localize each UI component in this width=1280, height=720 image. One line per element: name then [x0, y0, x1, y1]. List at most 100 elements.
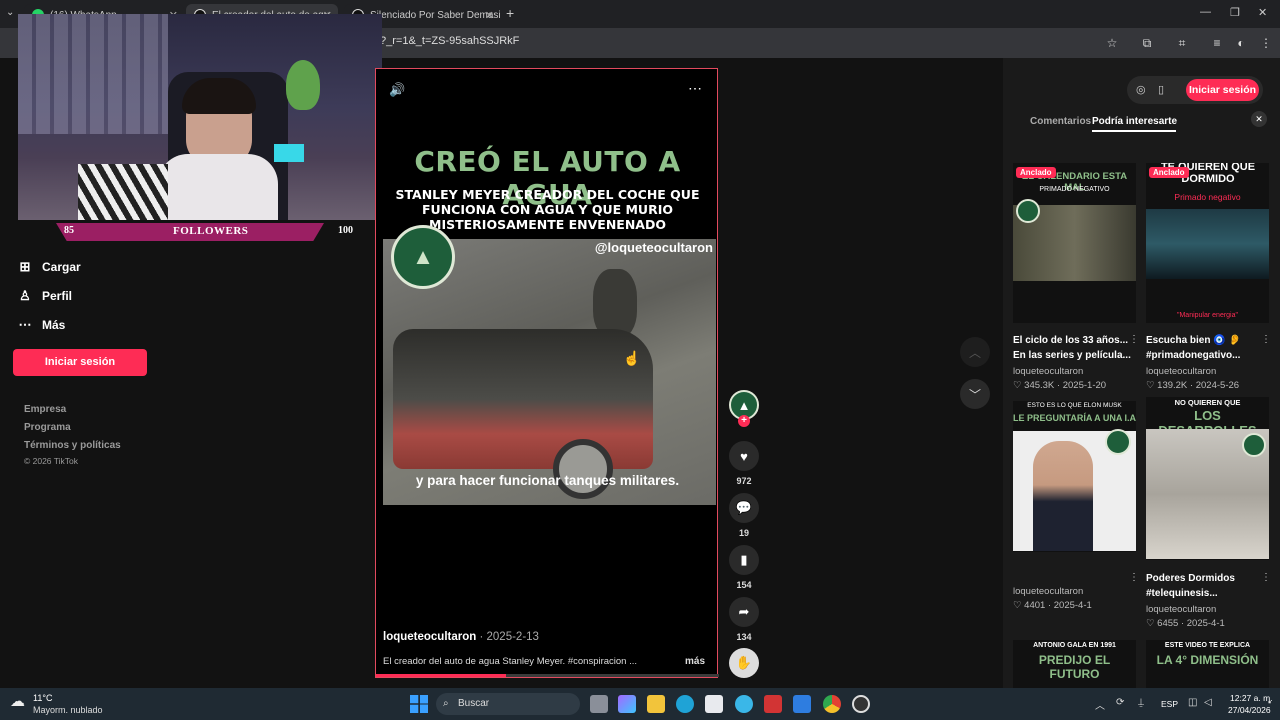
- footer-link-programa[interactable]: Programa: [24, 422, 71, 433]
- comment-button[interactable]: 💬: [729, 493, 759, 523]
- video-description: El creador del auto de agua Stanley Meye…: [383, 656, 638, 667]
- tab-list-button[interactable]: ⌄: [6, 7, 14, 18]
- upload-icon: ⊞: [19, 259, 31, 274]
- next-video-button[interactable]: ﹀: [960, 379, 990, 409]
- chrome-icon[interactable]: [823, 695, 841, 713]
- volume-tray-icon[interactable]: ◁: [1204, 697, 1212, 708]
- translate-icon[interactable]: ⌗: [1173, 34, 1191, 52]
- close-icon[interactable]: ✕: [485, 9, 494, 22]
- store-icon[interactable]: [705, 695, 723, 713]
- video-date: 2025-2-13: [486, 631, 539, 643]
- footer-link-empresa[interactable]: Empresa: [24, 404, 66, 415]
- video-player[interactable]: 🔊 ⋯ CREÓ EL AUTO A AGUA STANLEY MEYER CR…: [375, 68, 719, 678]
- edge-icon[interactable]: [676, 695, 694, 713]
- clock-date[interactable]: 27/04/2026: [1228, 705, 1271, 715]
- card-menu-icon[interactable]: ⋮: [1129, 572, 1139, 583]
- more-options-icon[interactable]: ⋯: [688, 80, 702, 97]
- recommended-video-card[interactable]: TE QUIEREN QUE DORMIDO Primado negativo …: [1146, 163, 1269, 393]
- close-panel-button[interactable]: ✕: [1251, 111, 1267, 127]
- recommended-video-card[interactable]: ESTO ES LO QUE ELON MUSK LE PREGUNTARÍA …: [1013, 401, 1136, 611]
- share-count: 134: [736, 632, 752, 642]
- tray-chevron-icon[interactable]: ︿: [1095, 697, 1105, 712]
- restore-icon[interactable]: ❐: [1230, 6, 1240, 19]
- extensions-icon[interactable]: ⧉: [1138, 34, 1156, 52]
- card-author[interactable]: loqueteocultaron: [1013, 586, 1083, 597]
- sound-avatar[interactable]: ✋: [729, 648, 759, 678]
- sidebar-item-mas[interactable]: ⋯ Más: [18, 317, 66, 333]
- video-progress-bar[interactable]: [376, 674, 719, 677]
- video-author[interactable]: loqueteocultaron: [383, 631, 476, 643]
- notifications-icon[interactable]: ▪: [1268, 697, 1271, 707]
- volume-icon[interactable]: 🔊: [389, 82, 405, 98]
- card-author[interactable]: loqueteocultaron: [1013, 366, 1083, 377]
- card-stats: ♡ 139.2K · 2024-5-26: [1146, 380, 1240, 391]
- recommended-video-card[interactable]: NO QUIEREN QUE LOS DESARROLLES Poderes D…: [1146, 397, 1269, 627]
- card-stats: ♡ 4401 · 2025-4-1: [1013, 600, 1092, 611]
- file-explorer-icon[interactable]: [647, 695, 665, 713]
- thumb-overlay-title: ESTE VIDEO TE EXPLICA: [1164, 642, 1251, 649]
- task-view-icon[interactable]: [590, 695, 608, 713]
- thumb-overlay-title: ESTO ES LO QUE ELON MUSK: [1027, 402, 1122, 409]
- footer-link-terms[interactable]: Términos y políticas: [24, 440, 121, 451]
- tab-comentarios[interactable]: Comentarios: [1030, 116, 1091, 127]
- sidebar-item-label: Más: [42, 318, 66, 332]
- mic-icon[interactable]: ⍊: [1138, 697, 1144, 708]
- language-indicator[interactable]: ESP: [1161, 699, 1178, 709]
- followers-goal-bar: 85 FOLLOWERS 100: [18, 220, 382, 244]
- profile-avatar-icon[interactable]: ◐: [1232, 34, 1250, 52]
- minimize-icon[interactable]: —: [1200, 6, 1211, 18]
- followers-goal: 100: [338, 225, 353, 236]
- more-link[interactable]: más: [685, 656, 705, 667]
- compass-icon[interactable]: ◎: [1136, 83, 1146, 96]
- close-window-icon[interactable]: ✕: [1258, 6, 1267, 19]
- wifi-icon[interactable]: ◫: [1188, 697, 1197, 708]
- card-menu-icon[interactable]: ⋮: [1261, 334, 1271, 345]
- save-button[interactable]: ▮: [729, 545, 759, 575]
- card-menu-icon[interactable]: ⋮: [1261, 572, 1271, 583]
- card-stats: ♡ 345.3K · 2025-1-20: [1013, 380, 1107, 391]
- login-button[interactable]: Iniciar sesión: [13, 349, 147, 376]
- follow-plus-icon[interactable]: +: [738, 415, 750, 427]
- channel-logo: ▲: [391, 225, 455, 289]
- sidebar-item-perfil[interactable]: ♙ Perfil: [18, 288, 72, 304]
- cursor-icon: ☝: [623, 350, 641, 366]
- copilot-icon[interactable]: [618, 695, 636, 713]
- heart-icon: ♥: [740, 448, 748, 464]
- url-text[interactable]: ?_r=1&_t=ZS-95sahSSJRkF: [380, 35, 519, 47]
- sidebar-item-cargar[interactable]: ⊞ Cargar: [18, 259, 81, 275]
- card-author[interactable]: loqueteocultaron: [1146, 604, 1216, 615]
- phone-icon[interactable]: ▯: [1158, 83, 1164, 96]
- channel-logo: [1242, 433, 1266, 457]
- video-thumbnail: ESTO ES LO QUE ELON MUSK LE PREGUNTARÍA …: [1013, 401, 1136, 552]
- video-subtitle-overlay: STANLEY MEYER CREADOR DEL COCHE QUE FUNC…: [395, 187, 700, 232]
- chrome-menu-icon[interactable]: ⋮: [1257, 34, 1275, 52]
- taskbar-search[interactable]: ⌕ Buscar: [436, 693, 580, 715]
- card-author[interactable]: loqueteocultaron: [1146, 366, 1216, 377]
- video-caption: y para hacer funcionar tanques militares…: [415, 473, 680, 488]
- recommended-video-card[interactable]: ESTE VIDEO TE EXPLICA LA 4° DIMENSIÓN: [1146, 640, 1269, 688]
- share-button[interactable]: ➦: [729, 597, 759, 627]
- like-button[interactable]: ♥: [729, 441, 759, 471]
- obs-icon[interactable]: [852, 695, 870, 713]
- card-menu-icon[interactable]: ⋮: [1129, 334, 1139, 345]
- new-tab-button[interactable]: +: [506, 5, 514, 21]
- video-author-line: loqueteocultaron · 2025-2-13: [383, 631, 539, 643]
- tab-podria-interesarte[interactable]: Podría interesarte: [1092, 116, 1177, 127]
- clock-time[interactable]: 12:27 a. m.: [1230, 693, 1273, 703]
- weather-icon[interactable]: ☁: [10, 692, 25, 710]
- thumb-overlay-sub: LA 4° DIMENSIÓN: [1156, 653, 1259, 667]
- shield-icon[interactable]: [764, 695, 782, 713]
- mail-icon[interactable]: [793, 695, 811, 713]
- media-control-icon[interactable]: ≡: [1208, 34, 1226, 52]
- app-icon[interactable]: [735, 695, 753, 713]
- recommended-video-card[interactable]: EL CALENDARIO ESTA MAL PRIMADO NEGATIVO …: [1013, 163, 1136, 393]
- network-icon[interactable]: ⟳: [1116, 697, 1124, 708]
- person-portrait: [1033, 441, 1093, 551]
- start-button-right[interactable]: [420, 695, 428, 713]
- search-icon: ⌕: [443, 698, 449, 709]
- channel-logo: [1105, 429, 1131, 455]
- header-login-button[interactable]: Iniciar sesión: [1186, 79, 1259, 101]
- recommended-video-card[interactable]: ANTONIO GALA EN 1991 PREDIJO EL FUTURO: [1013, 640, 1136, 688]
- bookmark-star-icon[interactable]: ☆: [1103, 34, 1121, 52]
- previous-video-button[interactable]: ︿: [960, 337, 990, 367]
